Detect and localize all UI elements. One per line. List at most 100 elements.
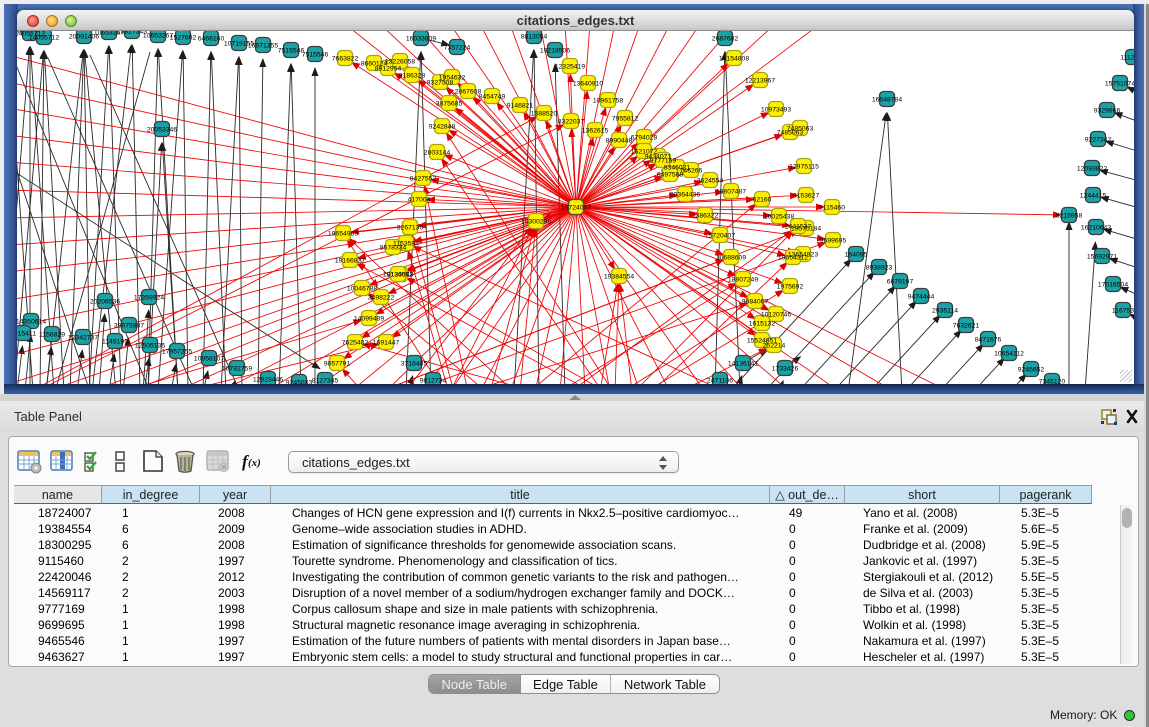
svg-text:18807249: 18807249: [728, 277, 758, 284]
svg-text:16671355: 16671355: [248, 43, 278, 50]
svg-text:10120746: 10120746: [761, 312, 791, 319]
svg-text:12342737: 12342737: [68, 335, 98, 342]
svg-text:1588520: 1588520: [531, 111, 558, 118]
svg-text:9146821: 9146821: [507, 103, 534, 110]
svg-text:2867608: 2867608: [455, 89, 482, 96]
svg-text:16210643: 16210643: [1081, 225, 1111, 232]
svg-text:9245652: 9245652: [1018, 367, 1045, 374]
svg-text:12505135: 12505135: [135, 343, 165, 350]
svg-text:1145193: 1145193: [102, 339, 128, 346]
svg-text:9245033: 9245033: [286, 380, 313, 385]
svg-text:19384554: 19384554: [604, 274, 634, 281]
svg-text:2803144: 2803144: [424, 150, 451, 157]
svg-text:1112453: 1112453: [1120, 55, 1134, 62]
svg-text:1362615: 1362615: [582, 128, 609, 135]
svg-text:19654985: 19654985: [328, 231, 358, 238]
svg-text:15720407: 15720407: [705, 233, 735, 240]
svg-text:12093822: 12093822: [1077, 166, 1107, 173]
svg-text:9329966: 9329966: [1094, 108, 1121, 115]
svg-text:39975887: 39975887: [114, 323, 144, 330]
svg-text:1733426: 1733426: [772, 366, 799, 373]
svg-text:9227342: 9227342: [1085, 137, 1112, 144]
svg-text:6466160: 6466160: [198, 36, 225, 43]
svg-text:8427552: 8427552: [410, 176, 437, 183]
svg-text:116753: 116753: [1112, 308, 1134, 315]
svg-text:8215958: 8215958: [1056, 213, 1083, 220]
svg-text:9857791: 9857791: [324, 361, 351, 368]
svg-text:7386322: 7386322: [692, 213, 719, 220]
svg-text:17359924: 17359924: [134, 295, 164, 302]
svg-text:10961758: 10961758: [593, 98, 623, 105]
svg-text:18724007: 18724007: [561, 205, 591, 212]
svg-text:14055712: 14055712: [29, 35, 59, 42]
svg-text:7625402: 7625402: [342, 340, 369, 347]
svg-text:14136141: 14136141: [728, 361, 758, 368]
svg-text:12134063: 12134063: [383, 272, 413, 279]
svg-text:10958107: 10958107: [194, 356, 224, 363]
svg-text:417004: 417004: [408, 197, 431, 204]
svg-text:15751074: 15751074: [1105, 81, 1134, 88]
svg-text:7515546: 7515546: [302, 52, 329, 59]
svg-text:3915411: 3915411: [17, 331, 36, 338]
svg-text:9153627: 9153627: [793, 193, 820, 200]
svg-text:6794028: 6794028: [631, 135, 658, 142]
svg-text:19218506: 19218506: [540, 48, 570, 55]
svg-text:2935114: 2935114: [932, 308, 958, 315]
svg-text:8578334: 8578334: [380, 245, 407, 252]
svg-text:7632621: 7632621: [953, 323, 980, 330]
svg-text:1244415: 1244415: [1080, 193, 1107, 200]
svg-text:(x): (x): [248, 457, 261, 469]
svg-text:7357224: 7357224: [444, 45, 471, 52]
svg-text:3624554: 3624554: [697, 178, 724, 185]
svg-text:3267130: 3267130: [397, 225, 424, 232]
svg-text:10046788: 10046788: [347, 286, 377, 293]
svg-text:2687682: 2687682: [712, 36, 739, 43]
svg-text:8938923: 8938923: [866, 265, 893, 272]
svg-text:3716485: 3716485: [401, 361, 428, 368]
svg-text:3875685: 3875685: [436, 101, 463, 108]
svg-text:9084067: 9084067: [742, 299, 769, 306]
svg-text:15692971: 15692971: [1087, 254, 1117, 261]
svg-text:1954632: 1954632: [439, 75, 466, 82]
svg-text:7345120: 7345120: [1039, 379, 1066, 385]
svg-text:10654112: 10654112: [994, 351, 1024, 358]
svg-text:1615132: 1615132: [749, 321, 776, 328]
svg-text:6497568: 6497568: [657, 172, 684, 179]
svg-text:2441537: 2441537: [785, 224, 812, 231]
svg-text:8322037: 8322037: [558, 119, 585, 126]
svg-text:1691447: 1691447: [373, 340, 400, 347]
svg-text:18300295: 18300295: [521, 219, 551, 226]
svg-text:9115460: 9115460: [819, 205, 845, 212]
svg-text:1527602: 1527602: [170, 35, 197, 42]
svg-text:20053346: 20053346: [147, 127, 177, 134]
svg-text:20206536: 20206536: [90, 299, 120, 306]
svg-text:16033809: 16033809: [406, 36, 436, 43]
svg-text:12325419: 12325419: [555, 64, 585, 71]
svg-text:20364436: 20364436: [670, 192, 700, 199]
svg-text:10807487: 10807487: [716, 189, 746, 196]
svg-text:164095: 164095: [845, 252, 868, 259]
svg-text:7485063: 7485063: [787, 126, 814, 133]
svg-text:8813054: 8813054: [521, 34, 548, 41]
svg-text:7663822: 7663822: [332, 56, 359, 63]
svg-text:10025438: 10025438: [764, 214, 794, 221]
svg-text:8990448: 8990448: [606, 138, 633, 145]
svg-text:19654312: 19654312: [778, 255, 808, 262]
svg-text:12923446: 12923446: [253, 377, 283, 384]
svg-text:16154808: 16154808: [719, 56, 749, 63]
svg-text:8127345: 8127345: [312, 378, 339, 385]
svg-text:16648784: 16648784: [872, 97, 902, 104]
svg-text:9777169: 9777169: [650, 158, 677, 165]
svg-text:7515546: 7515546: [278, 48, 305, 55]
svg-text:8454749: 8454749: [479, 94, 506, 101]
svg-text:10973493: 10973493: [761, 107, 791, 114]
svg-text:14350614: 14350614: [17, 319, 46, 326]
svg-text:10688609: 10688609: [716, 255, 746, 262]
svg-text:6679197: 6679197: [887, 279, 914, 286]
svg-text:8186328: 8186328: [399, 73, 426, 80]
svg-text:1156829: 1156829: [39, 332, 65, 339]
svg-text:19166827: 19166827: [335, 258, 365, 265]
svg-text:12975115: 12975115: [789, 164, 819, 171]
svg-text:14099489: 14099489: [354, 316, 384, 323]
svg-text:2471106: 2471106: [707, 378, 733, 385]
